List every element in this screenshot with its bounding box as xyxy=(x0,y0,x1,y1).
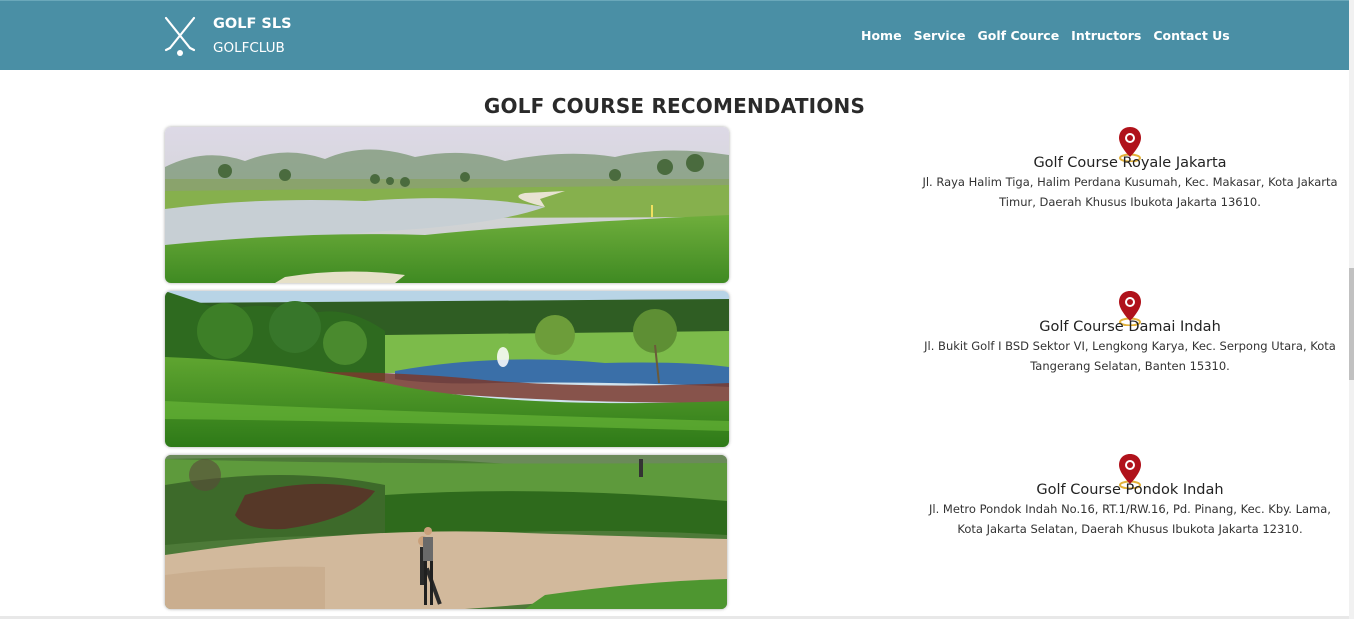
course-address: Jl. Raya Halim Tiga, Halim Perdana Kusum… xyxy=(922,175,1338,209)
course-card-damai-indah: Golf Course Damai Indah Jl. Bukit Golf I… xyxy=(912,290,1348,376)
crossed-golf-clubs-icon xyxy=(164,16,196,56)
nav-golf-course[interactable]: Golf Cource xyxy=(978,28,1060,43)
nav-menu: Home Service Golf Cource Intructors Cont… xyxy=(861,28,1230,43)
course-photo-royale-jakarta xyxy=(165,127,729,283)
vertical-scrollbar[interactable] xyxy=(1349,0,1354,619)
course-card-pondok-indah: Golf Course Pondok Indah Jl. Metro Pondo… xyxy=(912,453,1348,539)
course-photo-damai-indah xyxy=(165,291,729,447)
scrollbar-thumb[interactable] xyxy=(1349,268,1354,380)
course-name: Golf Course Royale Jakarta xyxy=(1033,155,1227,171)
nav-instructors[interactable]: Intructors xyxy=(1071,28,1141,43)
course-card-royale-jakarta: Golf Course Royale Jakarta Jl. Raya Hali… xyxy=(912,126,1348,212)
nav-home[interactable]: Home xyxy=(861,28,902,43)
course-address: Jl. Metro Pondok Indah No.16, RT.1/RW.16… xyxy=(929,502,1331,536)
course-photo-pondok-indah xyxy=(165,455,727,609)
brand-name: GOLF SLS xyxy=(213,16,292,32)
brand[interactable]: GOLF SLS GOLFCLUB xyxy=(160,13,292,58)
course-name: Golf Course Damai Indah xyxy=(1039,319,1221,335)
navbar: GOLF SLS GOLFCLUB Home Service Golf Cour… xyxy=(0,0,1349,70)
nav-service[interactable]: Service xyxy=(914,28,966,43)
course-name: Golf Course Pondok Indah xyxy=(1036,482,1224,498)
course-address: Jl. Bukit Golf I BSD Sektor VI, Lengkong… xyxy=(924,339,1336,373)
brand-subtitle: GOLFCLUB xyxy=(213,40,285,56)
nav-contact-us[interactable]: Contact Us xyxy=(1153,28,1229,43)
page-title: GOLF COURSE RECOMENDATIONS xyxy=(483,94,866,118)
